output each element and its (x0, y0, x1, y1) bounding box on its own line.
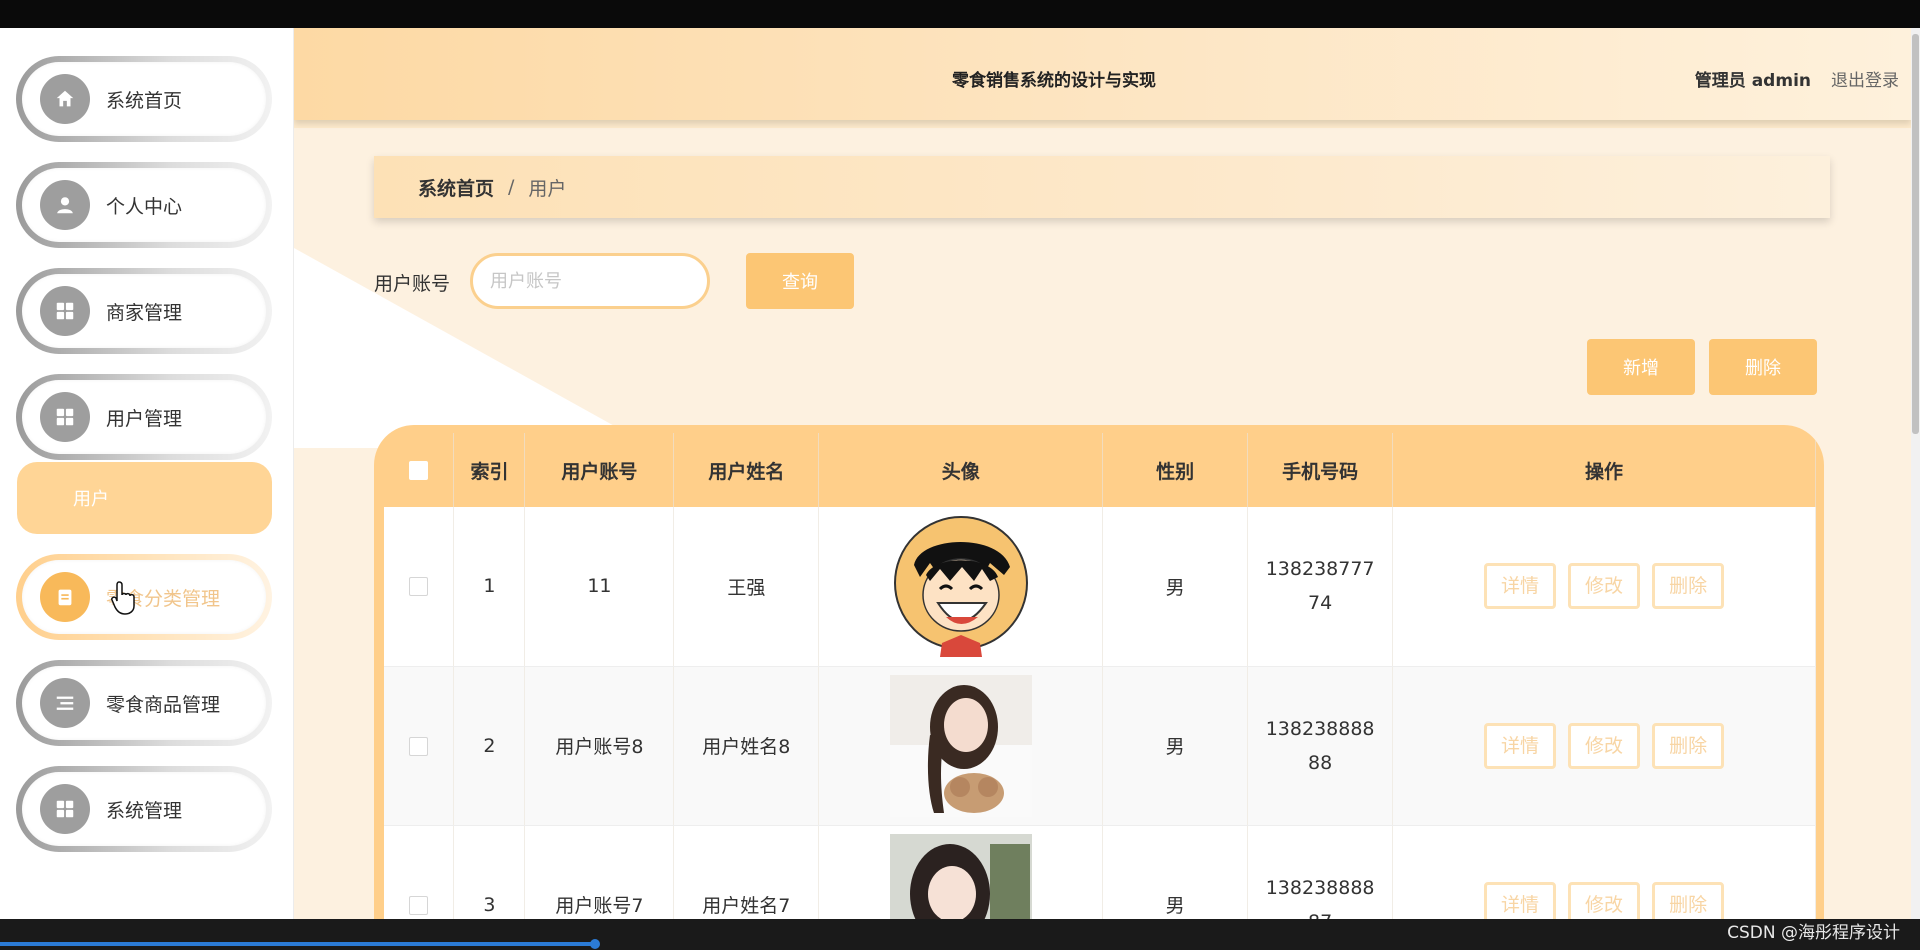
cell-actions: 详情 修改 删除 (1392, 666, 1816, 826)
scrollbar-thumb[interactable] (1912, 34, 1919, 434)
cell-phone: 13823888888 (1247, 666, 1394, 826)
search-label: 用户账号 (374, 273, 451, 295)
sidebar-item-label: 用户管理 (106, 407, 183, 430)
hand-cursor-icon (111, 581, 135, 615)
phone-text: 13823877774 (1265, 558, 1375, 615)
cell-actions: 详情 修改 删除 (1392, 507, 1816, 667)
cell-avatar (818, 666, 1104, 826)
sidebar-item-home[interactable]: 系统首页 (16, 56, 272, 142)
cartoon-avatar-image (889, 515, 1032, 658)
delete-button[interactable]: 删除 (1652, 563, 1725, 610)
cell-gender: 男 (1102, 666, 1249, 826)
sidebar-item-user-management[interactable]: 用户管理 (16, 374, 272, 460)
cell-name: 用户姓名8 (673, 666, 820, 826)
select-all-checkbox[interactable] (409, 461, 429, 480)
main-content: 零食销售系统的设计与实现 管理员 admin 退出登录 系统首页 / 用户 用户… (294, 28, 1920, 919)
sidebar-item-label: 系统管理 (106, 799, 183, 822)
cell-account: 11 (524, 507, 675, 667)
column-header: 索引 (453, 433, 526, 507)
cell-phone: 13823877774 (1247, 507, 1394, 667)
column-header: 性别 (1102, 433, 1249, 507)
column-header: 操作 (1392, 433, 1816, 507)
playback-handle[interactable] (590, 939, 600, 949)
cell-account: 用户账号8 (524, 666, 675, 826)
column-header: 用户姓名 (673, 433, 820, 507)
home-icon (40, 74, 90, 124)
top-header: 零食销售系统的设计与实现 管理员 admin 退出登录 (294, 28, 1911, 120)
app-window: 系统首页 个人中心 商家管理 用户管理 用户 零食分类管理 零食商品管理 系统管… (0, 28, 1920, 919)
phone-text: 13823888887 (1265, 876, 1375, 920)
sidebar-item-profile[interactable]: 个人中心 (16, 162, 272, 248)
video-player-bar (0, 919, 1920, 950)
clipboard-icon (40, 572, 90, 622)
cell-actions: 详情 修改 删除 (1392, 825, 1816, 919)
sidebar-item-system[interactable]: 系统管理 (16, 766, 272, 852)
edit-button[interactable]: 修改 (1568, 881, 1641, 919)
row-checkbox[interactable] (409, 895, 429, 915)
sidebar-item-label: 零食商品管理 (106, 693, 221, 716)
sidebar-item-snack-category[interactable]: 零食分类管理 (16, 554, 272, 640)
user-icon (40, 180, 90, 230)
breadcrumb-current: 用户 (528, 177, 567, 200)
select-all-cell (384, 433, 455, 507)
screen-top-bar (0, 0, 1920, 28)
add-button[interactable]: 新增 (1587, 339, 1695, 395)
detail-button[interactable]: 详情 (1484, 563, 1556, 610)
admin-user-label: 管理员 admin (1694, 71, 1811, 91)
cell-index: 1 (453, 507, 526, 667)
column-header: 头像 (818, 433, 1104, 507)
breadcrumb: 系统首页 / 用户 (374, 156, 1830, 218)
grid-icon (40, 286, 90, 336)
breadcrumb-separator: / (508, 176, 515, 198)
sidebar: 系统首页 个人中心 商家管理 用户管理 用户 零食分类管理 零食商品管理 系统管… (0, 28, 294, 919)
grid-icon (40, 784, 90, 834)
column-header: 用户账号 (524, 433, 675, 507)
row-checkbox[interactable] (409, 736, 429, 756)
phone-text: 13823888888 (1265, 717, 1375, 774)
cell-index: 2 (453, 666, 526, 826)
cell-gender: 男 (1102, 507, 1249, 667)
edit-button[interactable]: 修改 (1568, 563, 1641, 610)
table-header-row: 索引 用户账号 用户姓名 头像 性别 手机号码 操作 (384, 433, 1816, 507)
sidebar-item-snack-products[interactable]: 零食商品管理 (16, 660, 272, 746)
user-photo-image (889, 674, 1032, 817)
logout-link[interactable]: 退出登录 (1831, 66, 1899, 91)
search-input[interactable] (470, 253, 710, 309)
submenu-item-user[interactable]: 用户 (17, 462, 272, 534)
delete-button[interactable]: 删除 (1652, 722, 1725, 769)
row-checkbox[interactable] (409, 577, 429, 597)
cell-account: 用户账号7 (524, 825, 675, 919)
batch-delete-button[interactable]: 删除 (1709, 339, 1817, 395)
table-row: 3 用户账号7 用户姓名7 男 138238888 详情 修改 删除 (384, 825, 1816, 919)
cell-avatar (818, 507, 1104, 667)
grid-icon (40, 392, 90, 442)
cell-gender: 男 (1102, 825, 1249, 919)
breadcrumb-home[interactable]: 系统首页 (418, 174, 494, 201)
table-row: 1 11 王强 男 13823877774 详情 修改 删除 (384, 507, 1816, 667)
detail-button[interactable]: 详情 (1484, 722, 1556, 769)
system-title: 零食销售系统的设计与实现 (952, 71, 1156, 91)
sidebar-item-label: 个人中心 (106, 195, 183, 218)
cell-avatar (818, 825, 1104, 919)
cell-name: 用户姓名7 (673, 825, 820, 919)
vertical-scrollbar[interactable] (1911, 28, 1920, 919)
user-table: 索引 用户账号 用户姓名 头像 性别 手机号码 操作 1 11 王强 男 138… (384, 433, 1816, 919)
column-header: 手机号码 (1247, 433, 1394, 507)
cell-index: 3 (453, 825, 526, 919)
user-photo-image (889, 833, 1032, 919)
cell-name: 王强 (673, 507, 820, 667)
playback-progress[interactable] (0, 942, 596, 946)
user-table-container: 索引 用户账号 用户姓名 头像 性别 手机号码 操作 1 11 王强 男 138… (374, 425, 1824, 919)
delete-button[interactable]: 删除 (1652, 881, 1725, 919)
sidebar-item-merchant[interactable]: 商家管理 (16, 268, 272, 354)
sidebar-item-label: 系统首页 (106, 89, 183, 112)
table-row: 2 用户账号8 用户姓名8 男 13823888888 详情 修改 删除 (384, 666, 1816, 826)
watermark-text: CSDN @海彤程序设计 (1727, 923, 1900, 943)
sidebar-item-label: 商家管理 (106, 301, 183, 324)
list-icon (40, 678, 90, 728)
query-button[interactable]: 查询 (746, 253, 854, 309)
edit-button[interactable]: 修改 (1568, 722, 1641, 769)
detail-button[interactable]: 详情 (1484, 881, 1556, 919)
cell-phone: 13823888887 (1247, 825, 1394, 920)
